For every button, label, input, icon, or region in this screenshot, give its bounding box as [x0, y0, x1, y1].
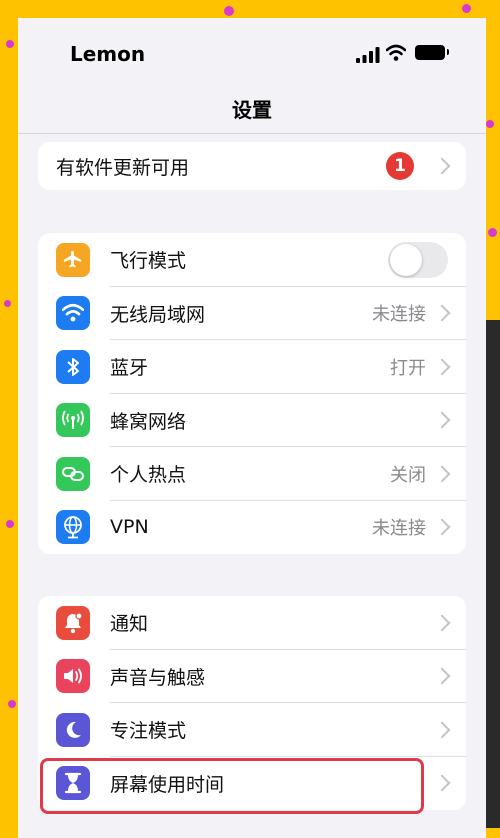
airplane-mode-label: 飞行模式 — [110, 250, 187, 273]
bluetooth-label: 蓝牙 — [110, 357, 149, 380]
decor-dot — [4, 300, 11, 307]
signal-icon — [356, 47, 380, 63]
update-badge: 1 — [386, 152, 414, 180]
phone-screen: Lemon 设置 有软件更新可用 1 飞行模式 无线局域网 未连接 蓝牙 打开 … — [18, 18, 486, 838]
decor-dot — [486, 120, 494, 128]
hotspot-label: 个人热点 — [110, 464, 187, 487]
decor-dot — [6, 40, 14, 48]
sounds-label: 声音与触感 — [110, 666, 206, 689]
airplane-mode-toggle[interactable] — [388, 241, 448, 278]
notifications-label: 通知 — [110, 613, 149, 636]
focus-label: 专注模式 — [110, 720, 187, 743]
software-update-label: 有软件更新可用 — [56, 156, 190, 179]
decor-dot — [224, 6, 234, 16]
cellular-label: 蜂窝网络 — [110, 410, 187, 433]
airplane-mode-row[interactable]: 飞行模式 — [38, 233, 466, 287]
carrier-label: Lemon — [70, 42, 146, 66]
hotspot-status-value: 关闭 — [390, 464, 426, 486]
highlight-box — [40, 758, 424, 814]
globe-icon — [56, 510, 90, 545]
bluetooth-icon — [56, 349, 90, 384]
status-bar: Lemon — [18, 18, 486, 88]
wifi-icon — [56, 296, 90, 331]
bluetooth-row[interactable]: 蓝牙 打开 — [38, 340, 466, 394]
chevron-right-icon — [433, 304, 451, 322]
speaker-icon — [56, 659, 90, 694]
page-title: 设置 — [232, 98, 272, 122]
chevron-right-icon — [433, 774, 451, 792]
vpn-row[interactable]: VPN 未连接 — [38, 501, 466, 555]
decor-dot — [462, 4, 471, 13]
battery-icon — [415, 45, 449, 60]
chevron-right-icon — [433, 465, 451, 483]
vpn-label: VPN — [110, 516, 149, 539]
antenna-icon — [56, 403, 90, 438]
software-update-row[interactable]: 有软件更新可用 1 — [38, 142, 466, 190]
chevron-right-icon — [433, 667, 451, 685]
decor-dot — [6, 520, 14, 528]
toggle-knob — [390, 243, 422, 276]
background-object — [486, 320, 500, 828]
chevron-right-icon — [433, 358, 451, 376]
cellular-row[interactable]: 蜂窝网络 — [38, 394, 466, 447]
wifi-label: 无线局域网 — [110, 303, 206, 326]
vpn-status-value: 未连接 — [372, 518, 426, 540]
bell-icon — [56, 605, 90, 640]
wifi-row[interactable]: 无线局域网 未连接 — [38, 287, 466, 340]
wifi-status-icon — [386, 44, 406, 61]
connectivity-group: 飞行模式 无线局域网 未连接 蓝牙 打开 蜂窝网络 个人热点 关闭 VPN 未连… — [38, 233, 466, 554]
focus-row[interactable]: 专注模式 — [38, 703, 466, 757]
chevron-right-icon — [433, 411, 451, 429]
airplane-icon — [56, 242, 90, 277]
moon-icon — [56, 712, 90, 747]
decor-dot — [488, 228, 497, 237]
nav-divider — [18, 133, 486, 134]
chevron-right-icon — [433, 721, 451, 739]
chevron-right-icon — [433, 614, 451, 632]
sounds-row[interactable]: 声音与触感 — [38, 650, 466, 703]
wifi-status-value: 未连接 — [372, 304, 426, 326]
hotspot-row[interactable]: 个人热点 关闭 — [38, 447, 466, 501]
bluetooth-status-value: 打开 — [390, 357, 426, 379]
link-icon — [56, 456, 90, 491]
decor-dot — [8, 700, 16, 708]
update-group: 有软件更新可用 1 — [38, 142, 466, 190]
chevron-right-icon — [433, 518, 451, 536]
notifications-row[interactable]: 通知 — [38, 596, 466, 650]
chevron-right-icon — [433, 157, 451, 175]
